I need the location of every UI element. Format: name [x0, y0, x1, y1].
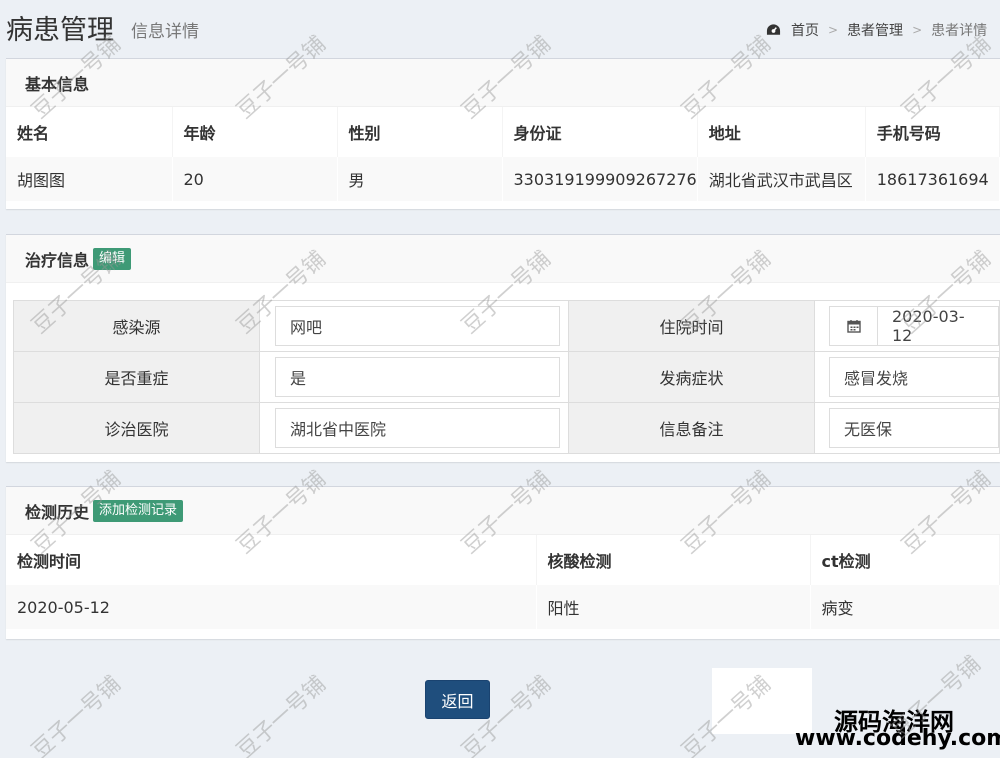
table-row: 2020-05-12 阳性 病变: [6, 585, 1000, 629]
back-button[interactable]: 返回: [425, 680, 490, 719]
breadcrumb: 首页 > 患者管理 > 患者详情: [766, 20, 987, 40]
label-infection-source: 感染源: [13, 300, 260, 352]
test-history-box: 检测历史 添加检测记录 检测时间 核酸检测 ct检测 2020-05-12 阳性…: [6, 486, 1000, 639]
infection-source-field[interactable]: 网吧: [275, 306, 560, 346]
label-severe: 是否重症: [13, 351, 260, 403]
value-cell: 是: [259, 351, 569, 403]
calendar-icon[interactable]: [829, 306, 878, 346]
cell-name: 胡图图: [6, 157, 173, 201]
label-hospital: 诊治医院: [13, 402, 260, 454]
admission-date-input[interactable]: 2020-03-12: [878, 306, 999, 346]
dashboard-icon: [766, 24, 781, 35]
breadcrumb-patient-detail: 患者详情: [931, 23, 988, 39]
site-url: www.codehy.com: [795, 726, 1000, 751]
blank-area: [712, 668, 812, 734]
treatment-info-title: 治疗信息: [25, 250, 90, 270]
breadcrumb-patient-management[interactable]: 患者管理: [847, 20, 903, 40]
label-symptoms: 发病症状: [568, 351, 815, 403]
value-cell: 网吧: [259, 300, 569, 352]
treatment-row: 是否重症 是 发病症状 感冒发烧: [13, 351, 1000, 403]
breadcrumb-home[interactable]: 首页: [791, 20, 819, 40]
label-remarks: 信息备注: [568, 402, 815, 454]
cell-gender: 男: [337, 157, 503, 201]
value-cell: 感冒发烧: [814, 351, 1000, 403]
hospital-field[interactable]: 湖北省中医院: [275, 408, 560, 448]
cell-ct-result: 病变: [810, 585, 1000, 629]
treatment-row: 诊治医院 湖北省中医院 信息备注 无医保: [13, 402, 1000, 454]
edit-button[interactable]: 编辑: [93, 247, 132, 270]
value-cell: 2020-03-12: [814, 300, 1000, 352]
symptoms-field[interactable]: 感冒发烧: [829, 357, 999, 397]
basic-info-table: 姓名 年龄 性别 身份证 地址 手机号码 胡图图 20 男 3303191999…: [6, 107, 1000, 201]
basic-info-title: 基本信息: [25, 74, 90, 94]
severe-field[interactable]: 是: [275, 357, 560, 397]
basic-info-header: 基本信息: [6, 59, 1000, 107]
column-header: 地址: [697, 107, 866, 157]
breadcrumb-separator: >: [828, 23, 839, 37]
content-header: 病患管理 信息详情 首页 > 患者管理 > 患者详情: [0, 0, 1000, 58]
column-header: 检测时间: [6, 535, 537, 585]
test-history-table: 检测时间 核酸检测 ct检测 2020-05-12 阳性 病变: [6, 535, 1000, 629]
cell-phone: 18617361694: [865, 157, 1000, 201]
column-header: 性别: [337, 107, 503, 157]
treatment-info-table: 感染源 网吧 住院时间 2020-03-12 是否重症 是 发病症状 感冒发烧 …: [13, 300, 1000, 454]
column-header: 核酸检测: [536, 535, 811, 585]
cell-address: 湖北省武汉市武昌区: [697, 157, 866, 201]
test-history-title: 检测历史: [25, 502, 90, 522]
value-cell: 湖北省中医院: [259, 402, 569, 454]
watermark: 豆子一号铺: [27, 671, 126, 758]
basic-info-box: 基本信息 姓名 年龄 性别 身份证 地址 手机号码 胡图图 20 男 33031…: [6, 58, 1000, 209]
cell-nucleic-acid: 阳性: [536, 585, 811, 629]
column-header: 手机号码: [865, 107, 1000, 157]
remarks-field[interactable]: 无医保: [829, 408, 999, 448]
column-header: 身份证: [502, 107, 698, 157]
page-title: 病患管理: [6, 15, 114, 46]
cell-test-time: 2020-05-12: [6, 585, 537, 629]
value-cell: 无医保: [814, 402, 1000, 454]
watermark: 豆子一号铺: [232, 671, 331, 758]
cell-id-card: 330319199909267276: [502, 157, 698, 201]
column-header: ct检测: [810, 535, 1000, 585]
add-test-record-button[interactable]: 添加检测记录: [93, 499, 184, 522]
column-header: 姓名: [6, 107, 173, 157]
page-subtitle: 信息详情: [131, 22, 199, 42]
label-admission-date: 住院时间: [568, 300, 815, 352]
breadcrumb-separator: >: [912, 23, 923, 37]
treatment-row: 感染源 网吧 住院时间 2020-03-12: [13, 300, 1000, 352]
table-header-row: 姓名 年龄 性别 身份证 地址 手机号码: [6, 107, 1000, 157]
table-row: 胡图图 20 男 330319199909267276 湖北省武汉市武昌区 18…: [6, 157, 1000, 201]
treatment-info-box: 治疗信息 编辑 感染源 网吧 住院时间 2020-03-12 是否重症 是 发病…: [6, 234, 1000, 462]
table-header-row: 检测时间 核酸检测 ct检测: [6, 535, 1000, 585]
test-history-header: 检测历史 添加检测记录: [6, 487, 1000, 535]
treatment-info-header: 治疗信息 编辑: [6, 235, 1000, 283]
column-header: 年龄: [172, 107, 338, 157]
admission-date-picker[interactable]: 2020-03-12: [829, 306, 999, 346]
cell-age: 20: [172, 157, 338, 201]
